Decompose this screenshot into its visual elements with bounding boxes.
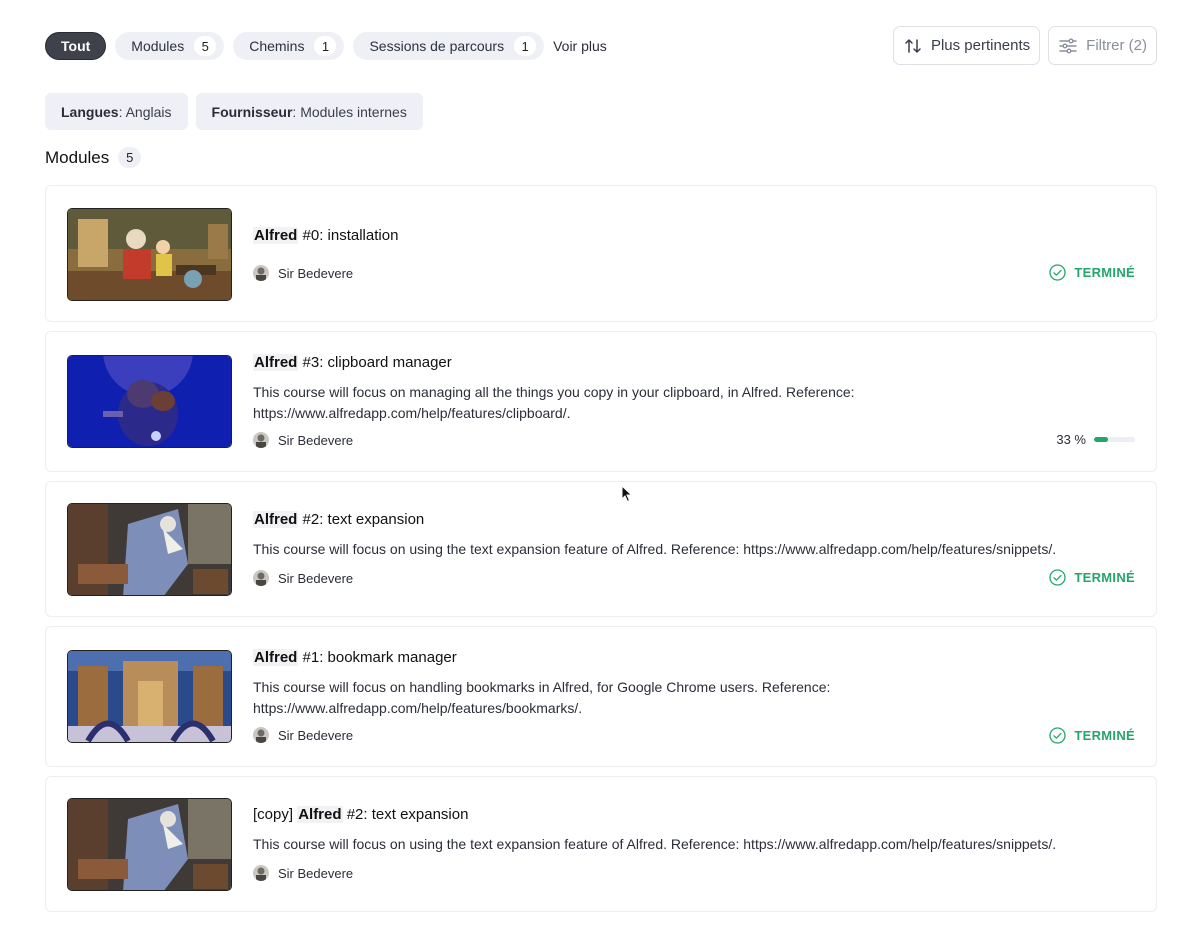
title-highlight: Alfred (253, 649, 299, 666)
module-card[interactable]: [copy] Alfred #2: text expansion This co… (45, 776, 1157, 912)
title-highlight: Alfred (297, 806, 343, 823)
tab-count: 1 (314, 36, 337, 56)
module-title[interactable]: [copy] Alfred #2: text expansion (253, 806, 468, 823)
sort-label: Plus pertinents (930, 37, 1031, 54)
progress-label: 33 % (1056, 432, 1086, 447)
mouse-cursor-icon (621, 485, 633, 503)
tab-label: Sessions de parcours (369, 38, 505, 54)
toolbar-right: Plus pertinents Filtrer (2) (885, 26, 1157, 65)
module-description: This course will focus on managing all t… (253, 384, 855, 421)
sort-arrows-icon (905, 38, 921, 53)
module-thumbnail (67, 798, 232, 891)
chip-value: Anglais (122, 103, 172, 120)
check-circle-icon (1049, 569, 1067, 586)
section-title: Modules (45, 147, 110, 167)
status-label: TERMINÉ (1074, 265, 1135, 280)
completed-status: TERMINÉ (1049, 727, 1135, 744)
author-name: Sir Bedevere (278, 265, 354, 281)
filter-label: Filtrer (2) (1086, 37, 1147, 54)
filter-chip-provider[interactable]: Fournisseur: Modules internes (195, 93, 423, 130)
tab-sessions[interactable]: Sessions de parcours 1 (353, 32, 545, 60)
filter-chip-language[interactable]: Langues: Anglais (45, 93, 188, 130)
avatar (253, 265, 269, 281)
module-thumbnail (67, 355, 232, 448)
module-card[interactable]: Alfred #2: text expansion This course wi… (45, 481, 1157, 617)
module-title[interactable]: Alfred #0: installation (253, 227, 398, 244)
check-circle-icon (1049, 727, 1067, 744)
module-card[interactable]: Alfred #1: bookmark manager This course … (45, 626, 1157, 767)
type-tabs: Tout Modules 5 Chemins 1 Sessions de parco… (45, 32, 607, 60)
tab-label: Tout (61, 38, 91, 54)
active-filters: Langues: Anglais Fournisseur: Modules in… (45, 93, 431, 130)
sort-button[interactable]: Plus pertinents (892, 26, 1041, 65)
chip-value: Modules internes (296, 103, 407, 120)
tab-label: Modules (131, 38, 185, 54)
module-title[interactable]: Alfred #1: bookmark manager (253, 649, 457, 666)
module-author: Sir Bedevere (253, 432, 353, 448)
progress-indicator: 33 % (1056, 432, 1135, 447)
module-thumbnail (67, 503, 232, 596)
module-card[interactable]: Alfred #3: clipboard manager This course… (45, 331, 1157, 472)
module-thumbnail (67, 208, 232, 301)
title-rest: #3: clipboard manager (298, 354, 452, 371)
module-card[interactable]: Alfred #0: installation Sir Bedevere TER… (45, 185, 1157, 322)
module-author: Sir Bedevere (253, 727, 353, 743)
completed-status: TERMINÉ (1049, 569, 1135, 586)
module-title[interactable]: Alfred #3: clipboard manager (253, 354, 452, 371)
tab-all[interactable]: Tout (45, 32, 107, 60)
tab-count: 1 (514, 36, 537, 56)
module-description: This course will focus on using the text… (253, 541, 1057, 557)
tab-label: Chemins (249, 38, 305, 54)
section-count: 5 (118, 147, 142, 168)
section-header: Modules 5 (45, 147, 142, 168)
module-author: Sir Bedevere (253, 865, 353, 881)
progress-bar (1094, 437, 1135, 442)
progress-fill (1094, 437, 1108, 442)
sliders-icon (1059, 38, 1077, 53)
title-rest: #2: text expansion (342, 806, 469, 823)
avatar (253, 570, 269, 586)
avatar (253, 432, 269, 448)
title-highlight: Alfred (253, 227, 299, 244)
avatar (253, 865, 269, 881)
module-description: This course will focus on handling bookm… (253, 679, 831, 716)
author-name: Sir Bedevere (278, 727, 354, 743)
chip-key: Langues (61, 103, 119, 120)
status-label: TERMINÉ (1074, 570, 1135, 585)
see-more-link[interactable]: Voir plus (553, 38, 607, 54)
title-rest: #2: text expansion (298, 511, 425, 528)
completed-status: TERMINÉ (1049, 264, 1135, 281)
status-label: TERMINÉ (1074, 728, 1135, 743)
author-name: Sir Bedevere (278, 865, 354, 881)
module-author: Sir Bedevere (253, 570, 353, 586)
title-highlight: Alfred (253, 354, 299, 371)
title-rest: #0: installation (298, 227, 399, 244)
title-highlight: Alfred (253, 511, 299, 528)
chip-key: Fournisseur (211, 103, 293, 120)
module-title[interactable]: Alfred #2: text expansion (253, 511, 424, 528)
author-name: Sir Bedevere (278, 570, 354, 586)
module-author: Sir Bedevere (253, 265, 353, 281)
tab-paths[interactable]: Chemins 1 (233, 32, 345, 60)
filter-button[interactable]: Filtrer (2) (1048, 26, 1157, 65)
avatar (253, 727, 269, 743)
title-rest: #1: bookmark manager (298, 649, 457, 666)
author-name: Sir Bedevere (278, 432, 354, 448)
title-prefix: [copy] (253, 806, 298, 823)
check-circle-icon (1049, 264, 1067, 281)
tab-count: 5 (194, 36, 217, 56)
tab-modules[interactable]: Modules 5 (115, 32, 225, 60)
module-thumbnail (67, 650, 232, 743)
module-description: This course will focus on using the text… (253, 836, 1057, 852)
